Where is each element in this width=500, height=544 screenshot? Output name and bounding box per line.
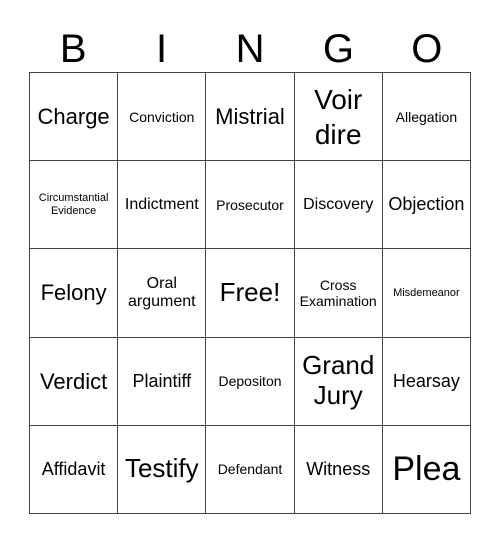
bingo-cell[interactable]: Circumstantial Evidence: [30, 161, 119, 250]
bingo-cell-label: Cross Examination: [299, 276, 377, 309]
header-letter-o: O: [411, 27, 443, 71]
bingo-cell[interactable]: Depositon: [206, 337, 295, 426]
bingo-cell[interactable]: Felony: [30, 249, 119, 338]
bingo-cell-label: Indictment: [124, 195, 199, 213]
bingo-cell[interactable]: Plea: [382, 425, 471, 514]
bingo-cell-label: Grand Jury: [302, 350, 375, 411]
bingo-cell[interactable]: Objection: [382, 161, 471, 250]
bingo-cell-label: Misdemeanor: [393, 286, 460, 299]
bingo-grid: Charge Conviction Mistrial Voir dire Allegat…: [29, 72, 471, 514]
bingo-cell-label: Discovery: [303, 195, 374, 213]
bingo-cell-label: Plea: [392, 449, 461, 488]
bingo-cell-label: Conviction: [129, 108, 195, 125]
bingo-cell-label: Felony: [40, 280, 107, 306]
bingo-cell-label: Charge: [37, 103, 110, 129]
bingo-cell[interactable]: Defendant: [206, 425, 295, 514]
bingo-cell-label: Free!: [219, 277, 281, 308]
bingo-cell-label: Hearsay: [392, 370, 460, 391]
bingo-cell-free[interactable]: Free!: [206, 249, 295, 338]
bingo-cell[interactable]: Verdict: [30, 337, 119, 426]
bingo-cell[interactable]: Grand Jury: [294, 337, 383, 426]
bingo-cell[interactable]: Discovery: [294, 161, 383, 250]
bingo-cell[interactable]: Affidavit: [30, 425, 119, 514]
bingo-cell[interactable]: Misdemeanor: [382, 249, 471, 338]
header-letter-i: I: [156, 27, 168, 71]
bingo-cell-label: Prosecutor: [216, 196, 284, 213]
bingo-cell-label: Affidavit: [41, 459, 106, 480]
bingo-cell[interactable]: Plaintiff: [118, 337, 207, 426]
bingo-cell-label: Objection: [388, 194, 465, 215]
bingo-cell-label: Depositon: [218, 373, 282, 390]
bingo-cell[interactable]: Hearsay: [382, 337, 471, 426]
bingo-cell-label: Defendant: [217, 461, 283, 478]
header-letter-n: N: [235, 27, 265, 71]
header-letter-g: G: [322, 27, 354, 71]
bingo-cell-label: Oral argument: [127, 274, 196, 310]
bingo-cell-label: Witness: [306, 459, 371, 480]
bingo-cell[interactable]: Prosecutor: [206, 161, 295, 250]
bingo-cell[interactable]: Allegation: [382, 73, 471, 162]
bingo-cell[interactable]: Indictment: [118, 161, 207, 250]
bingo-cell[interactable]: Testify: [118, 425, 207, 514]
header-letter-b: B: [59, 27, 87, 71]
bingo-header: B I N G O: [29, 26, 471, 72]
bingo-cell[interactable]: Voir dire: [294, 73, 383, 162]
bingo-cell[interactable]: Charge: [30, 73, 119, 162]
bingo-cell-label: Circumstantial Evidence: [38, 192, 109, 217]
bingo-cell-label: Plaintiff: [132, 370, 192, 391]
bingo-cell[interactable]: Mistrial: [206, 73, 295, 162]
bingo-cell[interactable]: Oral argument: [118, 249, 207, 338]
bingo-cell[interactable]: Conviction: [118, 73, 207, 162]
bingo-cell-label: Verdict: [39, 368, 108, 394]
bingo-cell[interactable]: Witness: [294, 425, 383, 514]
bingo-cell[interactable]: Cross Examination: [294, 249, 383, 338]
bingo-cell-label: Voir dire: [314, 83, 363, 150]
bingo-cell-label: Mistrial: [215, 103, 285, 129]
bingo-cell-label: Testify: [124, 453, 199, 484]
bingo-cell-label: Allegation: [395, 108, 458, 125]
